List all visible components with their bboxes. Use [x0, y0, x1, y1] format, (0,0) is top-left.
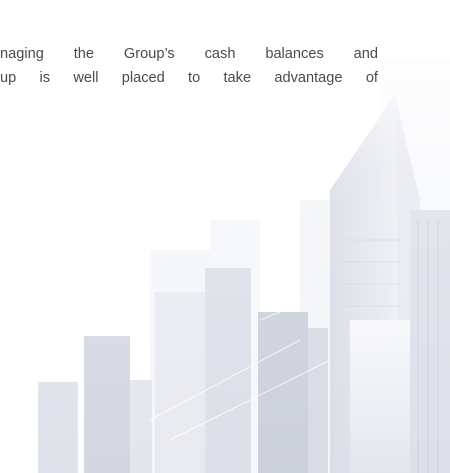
- document-page: naging the Group’s cash balances and up …: [0, 0, 450, 473]
- paragraph-line-1: naging the Group’s cash balances and: [0, 46, 378, 62]
- paragraph-line-2: up is well placed to take advantage of: [0, 70, 378, 86]
